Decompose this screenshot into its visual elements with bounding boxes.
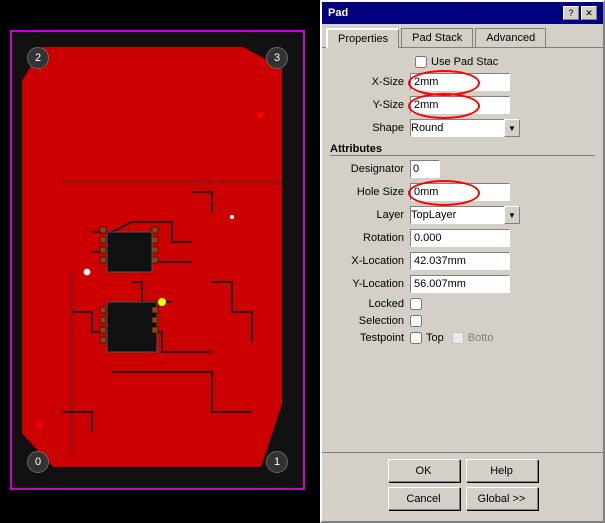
tab-content: Use Pad Stac X-Size Y-Size Shape Round ▼ (322, 48, 603, 452)
testpoint-top-label: Top (426, 332, 444, 344)
y-size-label: Y-Size (330, 99, 410, 111)
titlebar-buttons: ? ✕ (563, 6, 597, 20)
y-location-label: Y-Location (330, 278, 410, 290)
y-location-row: Y-Location (330, 275, 595, 293)
layer-label: Layer (330, 209, 410, 221)
tab-advanced[interactable]: Advanced (475, 28, 546, 47)
testpoint-top-checkbox[interactable] (410, 332, 422, 344)
x-location-label: X-Location (330, 255, 410, 267)
corner-label-0: 0 (27, 451, 49, 473)
x-size-row: X-Size (330, 73, 595, 91)
rotation-input[interactable] (410, 229, 510, 247)
corner-label-3: 3 (266, 47, 288, 69)
layer-dropdown-wrapper: TopLayer ▼ (410, 206, 520, 224)
use-pad-stack-checkbox[interactable] (415, 56, 427, 68)
tab-bar: Properties Pad Stack Advanced (322, 24, 603, 48)
btn-row-2: Cancel Global >> (330, 487, 595, 510)
testpoint-botto-checkbox[interactable] (452, 332, 464, 344)
designator-label: Designator (330, 163, 410, 175)
y-size-input[interactable] (410, 96, 510, 114)
locked-checkbox[interactable] (410, 298, 422, 310)
use-pad-stack-label: Use Pad Stac (431, 56, 498, 68)
locked-label: Locked (330, 298, 410, 310)
btn-row-1: OK Help (330, 459, 595, 482)
designator-input[interactable] (410, 160, 440, 178)
shape-dropdown-arrow[interactable]: ▼ (504, 119, 520, 137)
hole-size-label: Hole Size (330, 186, 410, 198)
testpoint-row: Testpoint Top Botto (330, 332, 595, 344)
x-location-row: X-Location (330, 252, 595, 270)
shape-row: Shape Round ▼ (330, 119, 595, 137)
hole-size-row: Hole Size (330, 183, 595, 201)
help-button[interactable]: ? (563, 6, 579, 20)
ok-button[interactable]: OK (388, 459, 460, 482)
selection-checkbox[interactable] (410, 315, 422, 327)
rotation-row: Rotation (330, 229, 595, 247)
attributes-header: Attributes (330, 143, 595, 156)
close-button[interactable]: ✕ (581, 6, 597, 20)
dialog-buttons: OK Help Cancel Global >> (322, 452, 603, 521)
circuit-traces (12, 32, 303, 488)
selection-label: Selection (330, 315, 410, 327)
corner-label-1: 1 (266, 451, 288, 473)
pcb-canvas: 2 3 0 1 (10, 30, 305, 490)
y-size-row: Y-Size (330, 96, 595, 114)
help-dialog-button[interactable]: Help (466, 459, 538, 482)
x-size-label: X-Size (330, 76, 410, 88)
pcb-panel: 2 3 0 1 (0, 0, 320, 523)
selection-row: Selection (330, 315, 595, 327)
locked-row: Locked (330, 298, 595, 310)
dialog-titlebar: Pad ? ✕ (322, 2, 603, 24)
red-dot (257, 112, 263, 118)
tab-properties[interactable]: Properties (326, 28, 399, 48)
tab-padstack[interactable]: Pad Stack (401, 28, 473, 47)
red-dot-2 (37, 422, 43, 428)
layer-row: Layer TopLayer ▼ (330, 206, 595, 224)
x-size-input[interactable] (410, 73, 510, 91)
rotation-label: Rotation (330, 232, 410, 244)
use-pad-stack-row: Use Pad Stac (330, 56, 595, 68)
hole-size-input[interactable] (410, 183, 510, 201)
shape-dropdown-wrapper: Round ▼ (410, 119, 520, 137)
designator-row: Designator (330, 160, 595, 178)
dialog-title: Pad (328, 7, 348, 19)
testpoint-botto-label: Botto (468, 332, 494, 344)
layer-dropdown-arrow[interactable]: ▼ (504, 206, 520, 224)
global-button[interactable]: Global >> (466, 487, 538, 510)
y-location-input[interactable] (410, 275, 510, 293)
testpoint-label: Testpoint (330, 332, 410, 344)
pad-dialog: Pad ? ✕ Properties Pad Stack Advanced Us… (320, 0, 605, 523)
x-location-input[interactable] (410, 252, 510, 270)
cancel-button[interactable]: Cancel (388, 487, 460, 510)
shape-label: Shape (330, 122, 410, 134)
corner-label-2: 2 (27, 47, 49, 69)
